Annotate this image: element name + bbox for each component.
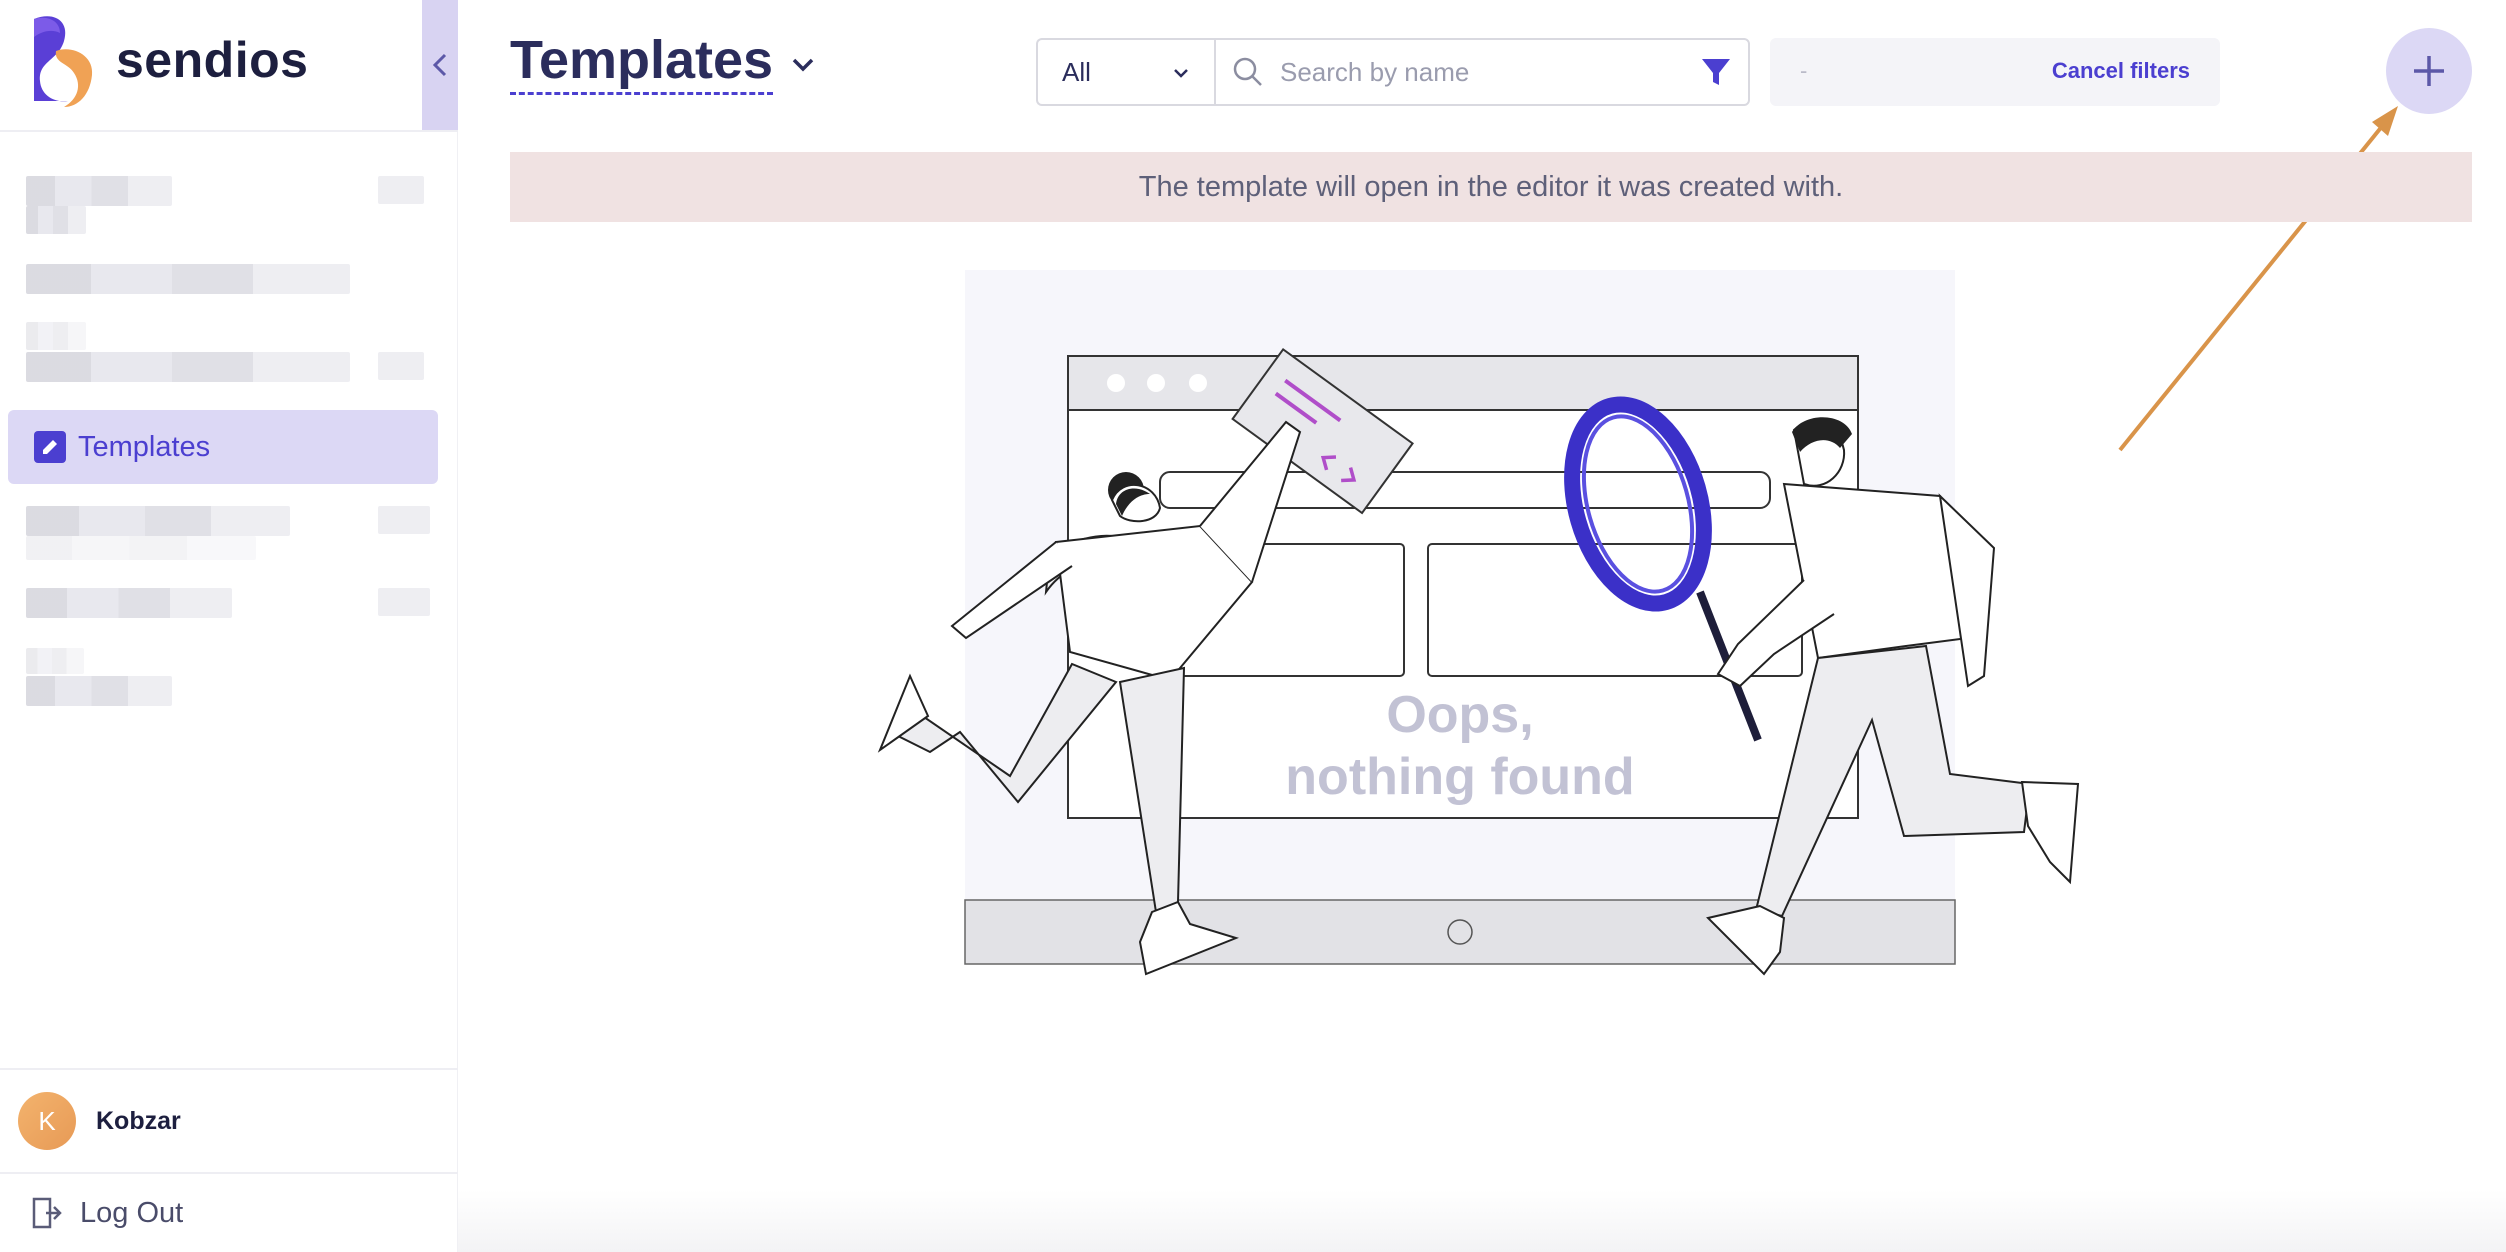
active-filters-panel: - Cancel filters: [1770, 38, 2220, 106]
cancel-filters-link[interactable]: Cancel filters: [2052, 58, 2190, 84]
empty-state-message: Oops, nothing found: [1240, 684, 1680, 808]
app-window: sendios Templates K Kobzar Log Out Templ…: [0, 0, 2506, 1252]
user-name: Kobzar: [96, 1106, 181, 1135]
active-filters-value: -: [1800, 58, 1808, 83]
user-profile[interactable]: K Kobzar: [0, 1068, 458, 1172]
empty-state-illustration: [877, 270, 2080, 976]
plus-icon: [2414, 56, 2444, 86]
brand-name: sendios: [116, 32, 309, 88]
sidebar-badge-redacted-5: [378, 588, 430, 616]
page-title[interactable]: Templates: [510, 30, 774, 95]
sidebar-item-redacted-4[interactable]: [26, 506, 290, 536]
sidebar-item-redacted-3[interactable]: [26, 352, 350, 382]
chevron-left-icon: [432, 53, 447, 77]
sidebar-item-redacted-6[interactable]: [26, 676, 172, 706]
editor-notice: The template will open in the editor it …: [510, 152, 2472, 222]
funnel-icon[interactable]: [1698, 54, 1734, 90]
logout-button[interactable]: Log Out: [0, 1172, 458, 1252]
search-icon: [1233, 57, 1262, 86]
chevron-down-icon: [1174, 69, 1188, 78]
sidebar-badge-redacted-4: [378, 506, 430, 534]
chevron-down-icon[interactable]: [788, 50, 818, 80]
sidebar-divider: [0, 130, 458, 132]
sidebar-item-redacted-2[interactable]: [26, 264, 350, 294]
type-filter-select[interactable]: All: [1036, 38, 1214, 106]
avatar: K: [18, 1092, 76, 1150]
sidebar-item-label: Templates: [78, 430, 211, 463]
sidebar-item-redacted-4b: [26, 536, 256, 560]
sidebar-item-redacted-1[interactable]: [26, 176, 172, 206]
brand-logo[interactable]: sendios: [24, 10, 308, 110]
sidebar-item-templates[interactable]: Templates: [8, 410, 438, 484]
sidebar-badge-redacted-1: [378, 176, 424, 204]
sidebar: sendios Templates K Kobzar Log Out: [0, 0, 458, 1252]
pen-icon: [34, 431, 66, 463]
logout-label: Log Out: [80, 1196, 184, 1229]
logo-icon: [24, 11, 98, 109]
logout-icon: [32, 1197, 62, 1229]
sidebar-item-redacted-3a: [26, 322, 86, 350]
sidebar-badge-redacted-3: [378, 352, 424, 380]
search-input[interactable]: [1280, 50, 1680, 94]
sidebar-item-redacted-5[interactable]: [26, 588, 232, 618]
search-field[interactable]: [1214, 38, 1750, 106]
type-filter-value: All: [1062, 56, 1091, 87]
empty-state-line1: Oops,: [1386, 686, 1534, 744]
empty-state-line2: nothing found: [1285, 748, 1635, 806]
sidebar-item-redacted-1b: [26, 206, 86, 234]
bottom-fade: [458, 1190, 2506, 1252]
sidebar-collapse-button[interactable]: [422, 0, 458, 130]
sidebar-item-redacted-6a: [26, 648, 84, 674]
